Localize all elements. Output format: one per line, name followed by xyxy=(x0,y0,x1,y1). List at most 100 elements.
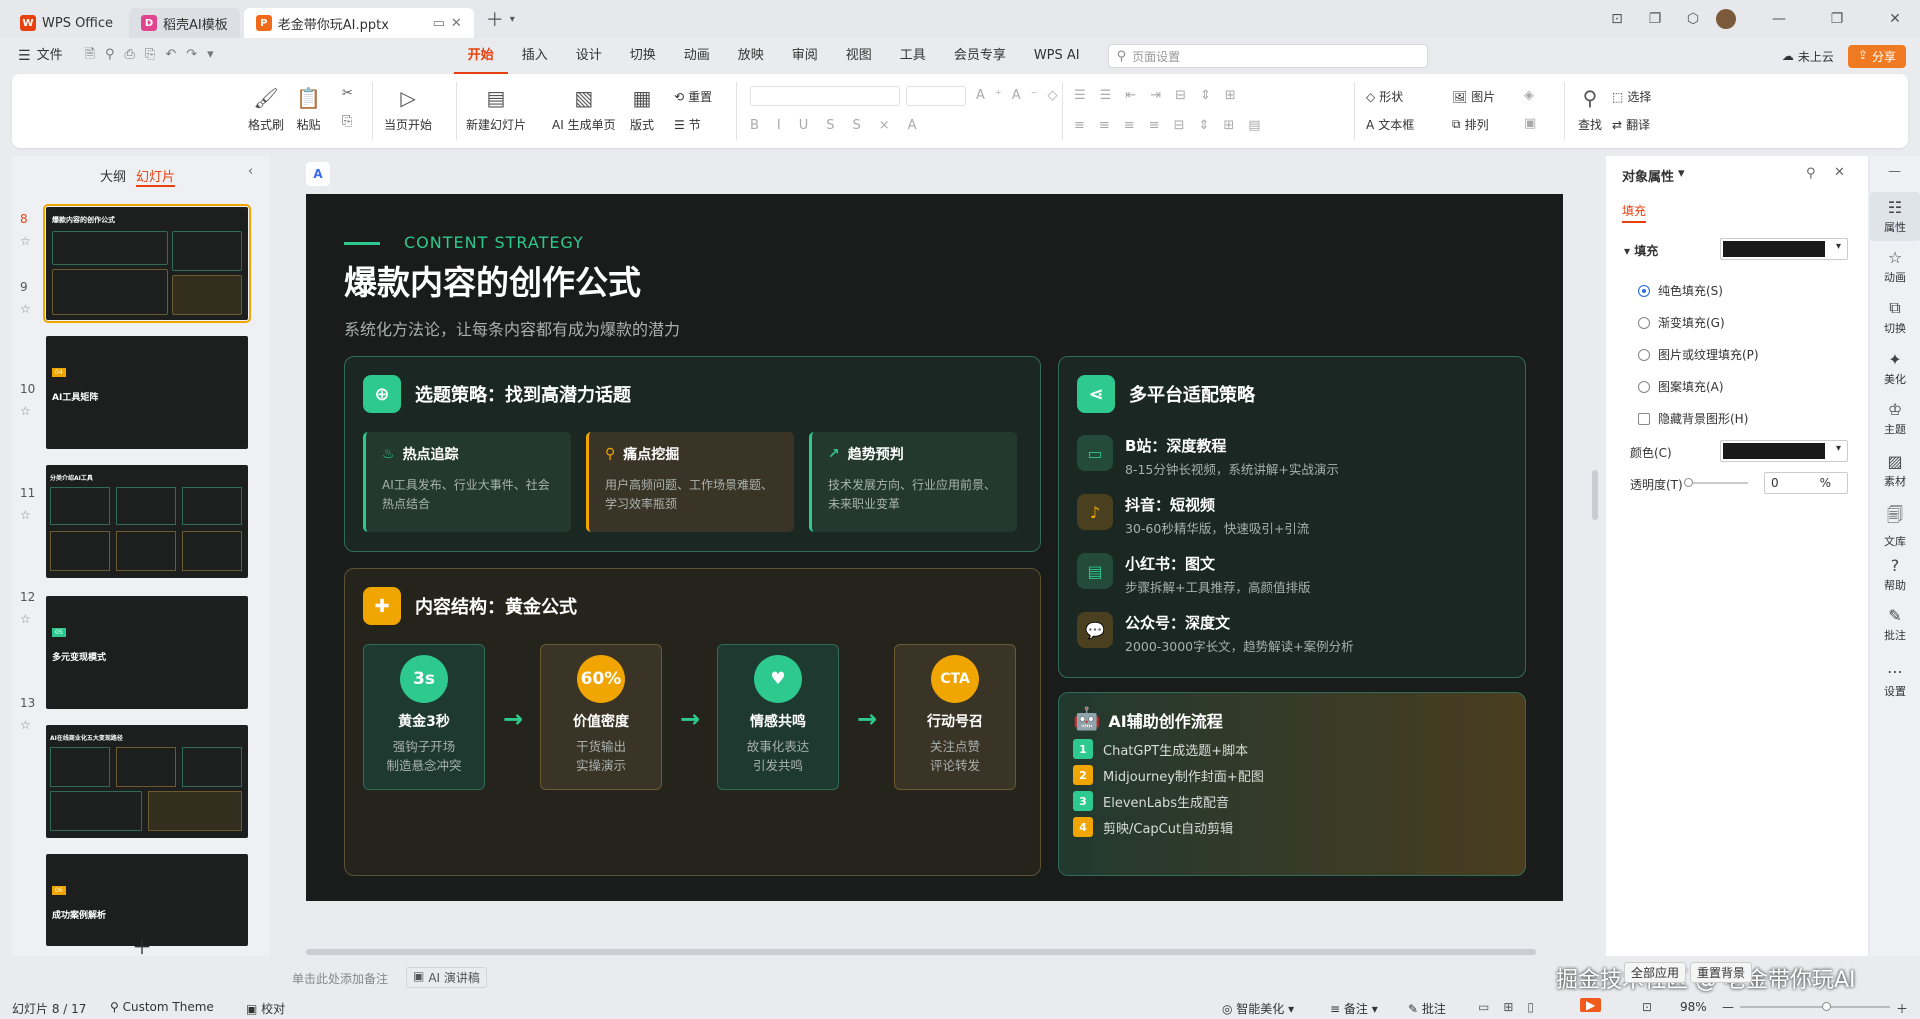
reset-background-button[interactable]: 重置背景 xyxy=(1690,962,1753,983)
tab-wps-office[interactable]: W WPS Office xyxy=(8,8,125,38)
find-button[interactable]: ⚲ 查找 xyxy=(1578,86,1602,133)
avatar[interactable] xyxy=(1716,9,1736,29)
ai-speech-button[interactable]: ▣ AI 演讲稿 xyxy=(406,967,487,988)
zoom-in-icon[interactable]: ＋ xyxy=(1896,1000,1908,1017)
picture-fill-option[interactable]: 图片或纹理填充(P) xyxy=(1638,346,1759,363)
menu-review[interactable]: 审阅 xyxy=(778,38,832,74)
notes-toggle[interactable]: ≡ 备注 ▾ xyxy=(1330,1000,1378,1017)
select-button[interactable]: ⬚ 选择 xyxy=(1612,88,1651,105)
layout-button[interactable]: ▦ 版式 xyxy=(630,86,654,133)
start-current-button[interactable]: ▷ 当页开始 xyxy=(384,86,432,133)
menu-design[interactable]: 设计 xyxy=(562,38,616,74)
zoom-slider[interactable] xyxy=(1740,1002,1890,1011)
slide-canvas[interactable]: CONTENT STRATEGY 爆款内容的创作公式 系统化方法论，让每条内容都… xyxy=(306,194,1563,901)
arrange-button[interactable]: ⧉ 排列 xyxy=(1452,116,1489,133)
proofread-button[interactable]: ▣ 校对 xyxy=(246,1000,285,1017)
shape-button[interactable]: ◇ 形状 xyxy=(1366,88,1403,105)
font-select[interactable] xyxy=(750,86,900,106)
minimize-icon[interactable]: — xyxy=(1764,11,1794,27)
star-icon[interactable]: ☆ xyxy=(20,508,31,522)
menu-slideshow[interactable]: 放映 xyxy=(724,38,778,74)
notes-placeholder[interactable]: 单击此处添加备注 xyxy=(292,970,388,987)
menu-home[interactable]: 开始 xyxy=(453,38,508,74)
fill-icon[interactable]: ◈ xyxy=(1524,88,1534,103)
format-painter-button[interactable]: 🖌 格式刷 xyxy=(248,86,284,133)
pattern-fill-option[interactable]: 图案填充(A) xyxy=(1638,378,1724,395)
vertical-scrollbar[interactable] xyxy=(1592,470,1598,520)
menu-insert[interactable]: 插入 xyxy=(508,38,562,74)
comments-toggle[interactable]: ✎ 批注 xyxy=(1408,1000,1446,1017)
new-slide-button[interactable]: ▤ 新建幻灯片 xyxy=(466,86,526,133)
picture-button[interactable]: 🖼 图片 xyxy=(1452,88,1495,105)
close-window-icon[interactable]: ✕ xyxy=(1880,11,1910,27)
copy-icon[interactable]: ⎘ xyxy=(342,114,352,129)
star-icon[interactable]: ☆ xyxy=(20,612,31,626)
menu-file[interactable]: 文件 xyxy=(31,38,77,74)
section-button[interactable]: ☰ 节 xyxy=(674,116,701,133)
menu-view[interactable]: 视图 xyxy=(832,38,886,74)
ai-assistant-icon[interactable]: A xyxy=(306,162,330,186)
list-icons[interactable]: ☰☰⇤⇥⊟⇕⊞ xyxy=(1074,88,1250,103)
cloud-status[interactable]: ☁ 未上云 xyxy=(1782,48,1834,65)
fill-color-select[interactable]: ▾ xyxy=(1720,238,1848,260)
close-panel-icon[interactable]: ✕ xyxy=(1834,165,1845,180)
translate-button[interactable]: ⇄ 翻译 xyxy=(1612,116,1650,133)
slide-thumbnail-11[interactable]: 05 多元变现模式 xyxy=(46,596,248,709)
text-format-icons[interactable]: BIUSS×A xyxy=(750,118,935,133)
reset-button[interactable]: ⟲ 重置 xyxy=(674,88,712,105)
theme-indicator[interactable]: ⚲ Custom Theme xyxy=(110,1000,214,1014)
tab-pptx[interactable]: P 老金带你玩AI.pptx ▭ ✕ xyxy=(243,8,474,38)
font-size-icons[interactable]: A⁺A⁻◇ xyxy=(976,88,1068,103)
apply-all-button[interactable]: 全部应用 xyxy=(1624,962,1687,983)
slide-thumbnail-9[interactable]: 04 AI工具矩阵 xyxy=(46,336,248,449)
star-icon[interactable]: ☆ xyxy=(20,718,31,732)
tab-slides[interactable]: 幻灯片 xyxy=(136,166,176,187)
sidebar-animation[interactable]: ☆ 动画 xyxy=(1870,248,1920,285)
add-slide-icon[interactable]: ＋ xyxy=(132,931,152,960)
search-box[interactable]: ⚲ 页面设置 xyxy=(1107,44,1428,68)
sidebar-settings[interactable]: ⋯ 设置 xyxy=(1870,662,1920,699)
cube-icon[interactable]: ⬡ xyxy=(1678,11,1708,27)
paste-button[interactable]: 📋 粘贴 xyxy=(296,86,321,133)
sidebar-help[interactable]: ? 帮助 xyxy=(1870,556,1920,593)
zoom-out-icon[interactable]: — xyxy=(1722,1000,1734,1014)
hide-background-checkbox[interactable]: 隐藏背景图形(H) xyxy=(1638,410,1748,427)
collapse-panel-icon[interactable]: ‹ xyxy=(248,164,253,179)
monitor-icon[interactable]: ▭ xyxy=(433,16,445,31)
tab-fill[interactable]: 填充 xyxy=(1622,202,1647,223)
slide-thumbnail-12[interactable]: AI在线商业化五大变现路径 xyxy=(46,725,248,838)
menu-tools[interactable]: 工具 xyxy=(886,38,940,74)
share-button[interactable]: ⇪ 分享 xyxy=(1847,44,1906,68)
menu-member[interactable]: 会员专享 xyxy=(940,38,1020,74)
slide-thumbnail-8[interactable]: 爆款内容的创作公式 xyxy=(43,204,251,323)
sidebar-library[interactable]: 🗐 文库 xyxy=(1870,504,1920,549)
color-select[interactable]: ▾ xyxy=(1720,440,1848,462)
play-slideshow-button[interactable]: ▶ xyxy=(1580,998,1602,1012)
menu-wps-ai[interactable]: WPS AI xyxy=(1020,38,1094,74)
slide-thumbnail-10[interactable]: 分类介绍AI工具 xyxy=(46,465,248,578)
pin-icon[interactable]: ⚲ xyxy=(1806,166,1816,181)
view-mode-icons[interactable]: ▭⊞▯ xyxy=(1478,1000,1548,1014)
horizontal-scrollbar[interactable] xyxy=(306,949,1536,955)
tab-outline[interactable]: 大纲 xyxy=(100,166,126,185)
menu-animation[interactable]: 动画 xyxy=(670,38,724,74)
smart-beautify-button[interactable]: ◎ 智能美化 ▾ xyxy=(1222,1000,1294,1017)
window-icon[interactable]: ❐ xyxy=(1640,11,1670,27)
star-icon[interactable]: ☆ xyxy=(20,404,31,418)
chevron-down-icon[interactable]: ▾ xyxy=(510,14,515,25)
quick-icons[interactable]: 🗎⚲⎙⎘↶↷▾ xyxy=(85,45,224,67)
opacity-slider[interactable] xyxy=(1684,478,1748,487)
hamburger-icon[interactable]: ☰ xyxy=(18,48,31,64)
new-tab-icon[interactable]: ＋ xyxy=(486,6,504,32)
solid-fill-option[interactable]: 纯色填充(S) xyxy=(1638,282,1723,299)
textbox-button[interactable]: A 文本框 xyxy=(1366,116,1414,133)
close-tab-icon[interactable]: ✕ xyxy=(451,16,462,31)
collapse-icon[interactable]: — xyxy=(1888,164,1901,179)
tab-docer[interactable]: D 稻壳AI模板 xyxy=(129,8,240,38)
sidebar-transition[interactable]: ⧉ 切换 xyxy=(1870,298,1920,336)
sidebar-theme[interactable]: ♔ 主题 xyxy=(1870,400,1920,437)
restore-icon[interactable]: ❐ xyxy=(1822,11,1852,27)
fit-icon[interactable]: ⊡ xyxy=(1642,1000,1652,1014)
ai-generate-button[interactable]: ▧ AI 生成单页 xyxy=(552,86,616,133)
star-icon[interactable]: ☆ xyxy=(20,302,31,316)
